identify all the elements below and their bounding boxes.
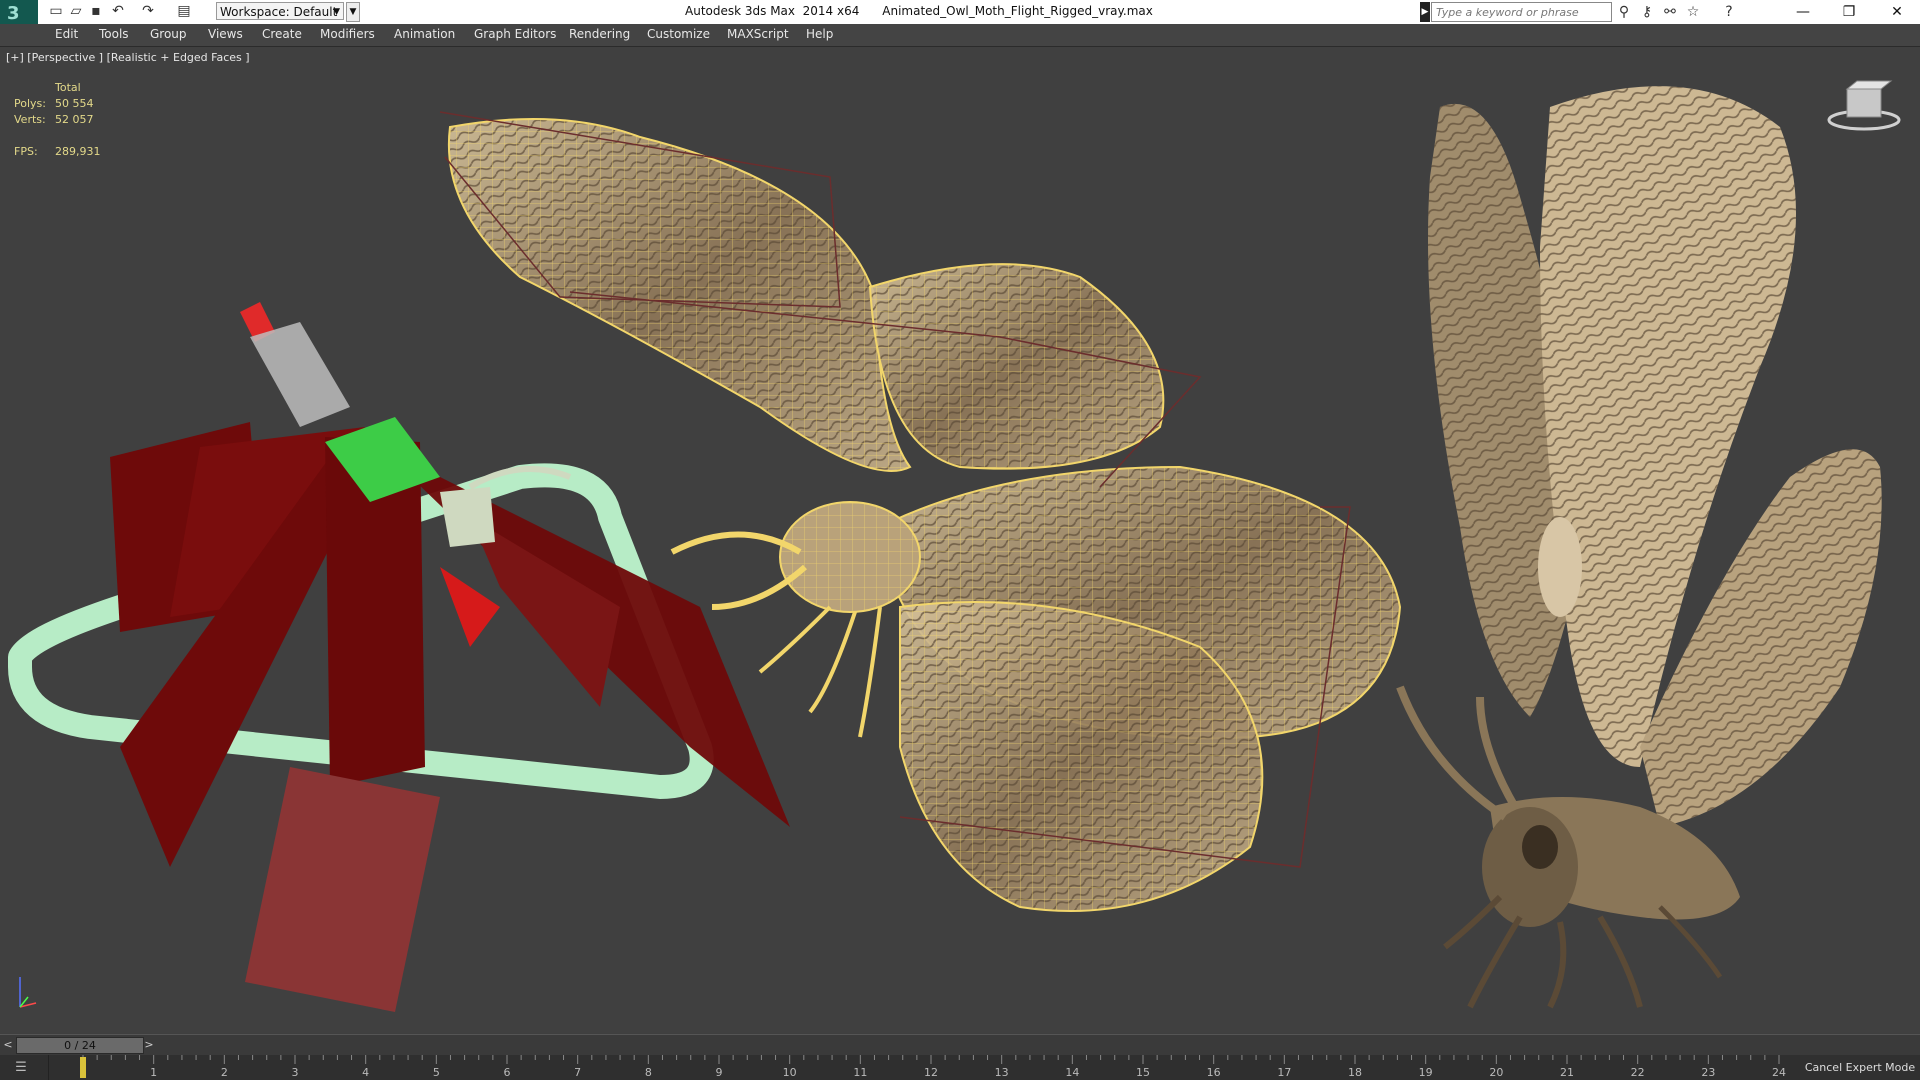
menu-help[interactable]: Help (806, 27, 833, 41)
window-title-app: Autodesk 3ds Max 2014 x64 (685, 4, 860, 18)
time-slider[interactable]: 0 / 24 (16, 1037, 144, 1054)
workspace-label: Workspace: Default (220, 5, 338, 19)
star-icon[interactable]: ☆ (1684, 3, 1702, 21)
menu-customize[interactable]: Customize (647, 27, 710, 41)
search-input[interactable] (1431, 2, 1612, 22)
viewcube-icon[interactable] (1827, 80, 1901, 131)
next-frame-button[interactable]: > (142, 1037, 156, 1052)
timeline-tick-label: 24 (1772, 1066, 1786, 1079)
stats-fps-label: FPS: (14, 145, 38, 158)
scene-render (8, 80, 1901, 1012)
minimize-icon[interactable]: — (1780, 0, 1826, 24)
search-tools-icon[interactable]: ⚯ (1661, 3, 1679, 21)
stats-total-label: Total (55, 81, 81, 94)
menu-modifiers[interactable]: Modifiers (320, 27, 375, 41)
timeline-current-frame-marker[interactable] (80, 1057, 86, 1078)
timeline-tick-label: 18 (1348, 1066, 1362, 1079)
menu-views[interactable]: Views (208, 27, 243, 41)
timeline-tick-label: 1 (150, 1066, 157, 1079)
open-icon[interactable]: ▱ (68, 3, 84, 19)
title-bar: 3 ▭ ▱ ▪ ↶ ↷ ▤ Workspace: Default ▼ ▼ Aut… (0, 0, 1920, 32)
timeline-tick-label: 23 (1701, 1066, 1715, 1079)
help-icon[interactable]: ? (1720, 3, 1738, 21)
perspective-viewport[interactable]: [+] [Perspective ] [Realistic + Edged Fa… (0, 47, 1920, 1033)
timeline-tick-label: 3 (292, 1066, 299, 1079)
time-slider-bar: < 0 / 24 > (0, 1034, 1920, 1055)
close-icon[interactable]: ✕ (1874, 0, 1920, 24)
timeline-tick-label: 22 (1631, 1066, 1645, 1079)
window-title-file: Animated_Owl_Moth_Flight_Rigged_vray.max (882, 4, 1153, 18)
timeline-tick-label: 7 (574, 1066, 581, 1079)
menu-bar: Edit Tools Group Views Create Modifiers … (0, 24, 1920, 47)
menu-rendering[interactable]: Rendering (569, 27, 630, 41)
timeline-tick-label: 10 (783, 1066, 797, 1079)
timeline-tick-label: 13 (995, 1066, 1009, 1079)
track-bar: ☰ 1 2 3 4 5 6 7 8 9 10 11 12 13 14 15 16 17 18 19 20 21 22 23 2… (0, 1055, 1920, 1080)
menu-maxscript[interactable]: MAXScript (727, 27, 789, 41)
window-title: Autodesk 3ds Max 2014 x64 Animated_Owl_M… (685, 4, 1153, 18)
undo-icon[interactable]: ↶ (110, 3, 126, 19)
timeline-tick-label: 16 (1207, 1066, 1221, 1079)
timeline-tick-label: 20 (1489, 1066, 1503, 1079)
menu-edit[interactable]: Edit (55, 27, 78, 41)
key-icon[interactable]: ⚷ (1638, 3, 1656, 21)
new-icon[interactable]: ▭ (48, 3, 64, 19)
stats-verts-label: Verts: (14, 113, 46, 126)
chevron-down-icon: ▼ (333, 7, 340, 17)
timeline-tick-label: 4 (362, 1066, 369, 1079)
timeline-track[interactable]: 1 2 3 4 5 6 7 8 9 10 11 12 13 14 15 16 17 18 19 20 21 22 23 24 (48, 1055, 1789, 1080)
timeline-tick-label: 12 (924, 1066, 938, 1079)
timeline-tick-label: 5 (433, 1066, 440, 1079)
axis-tripod-icon (19, 977, 37, 1008)
mini-listener-icon[interactable]: ☰ (8, 1060, 34, 1076)
redo-icon[interactable]: ↷ (140, 3, 156, 19)
viewport-label[interactable]: [+] [Perspective ] [Realistic + Edged Fa… (6, 51, 250, 64)
timeline-tick-label: 2 (221, 1066, 228, 1079)
frame-counter: 0 / 24 (64, 1039, 96, 1052)
menu-tools[interactable]: Tools (99, 27, 129, 41)
rig-controls[interactable] (8, 302, 790, 1012)
menu-create[interactable]: Create (262, 27, 302, 41)
wireframe-moth[interactable] (439, 111, 1402, 912)
menu-animation[interactable]: Animation (394, 27, 455, 41)
timeline-tick-label: 11 (853, 1066, 867, 1079)
restore-icon[interactable]: ❐ (1826, 0, 1872, 24)
cancel-expert-mode-button[interactable]: Cancel Expert Mode (1800, 1055, 1920, 1080)
prev-frame-button[interactable]: < (1, 1037, 15, 1052)
stats-polys-value: 50 554 (55, 97, 94, 110)
workspace-more-button[interactable]: ▼ (346, 2, 360, 22)
stats-fps-value: 289,931 (55, 145, 101, 158)
search-expand-button[interactable]: ▶ (1420, 2, 1430, 22)
timeline-tick-label: 14 (1065, 1066, 1079, 1079)
rendered-moth[interactable] (1396, 86, 1882, 1009)
timeline-tick-label: 21 (1560, 1066, 1574, 1079)
timeline-tick-label: 17 (1277, 1066, 1291, 1079)
project-icon[interactable]: ▤ (176, 3, 192, 19)
stats-verts-value: 52 057 (55, 113, 94, 126)
stats-polys-label: Polys: (14, 97, 46, 110)
timeline-tick-label: 9 (716, 1066, 723, 1079)
timeline-tick-label: 19 (1419, 1066, 1433, 1079)
binoculars-icon[interactable]: ⚲ (1615, 3, 1633, 21)
timeline-tick-label: 6 (504, 1066, 511, 1079)
workspace-dropdown[interactable]: Workspace: Default ▼ (216, 2, 344, 20)
menu-graph-editors[interactable]: Graph Editors (474, 27, 556, 41)
timeline-tick-label: 8 (645, 1066, 652, 1079)
menu-group[interactable]: Group (150, 27, 187, 41)
save-icon[interactable]: ▪ (88, 3, 104, 19)
timeline-tick-label: 15 (1136, 1066, 1150, 1079)
